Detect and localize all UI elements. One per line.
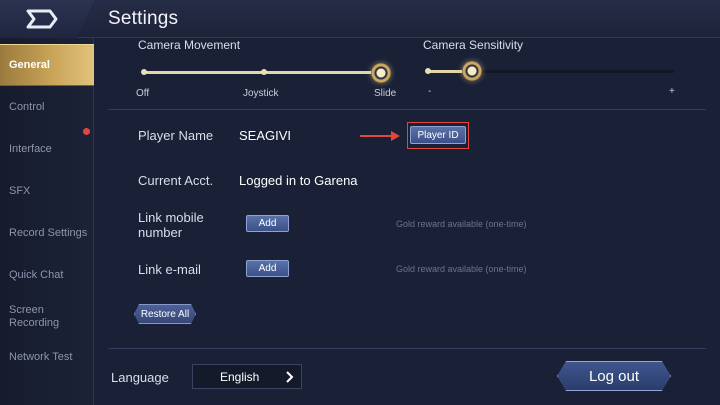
- player-name-value: SEAGIVI: [239, 128, 292, 143]
- notification-dot: [83, 128, 90, 135]
- current-account-label: Current Acct.: [138, 173, 214, 188]
- player-id-button[interactable]: Player ID: [410, 126, 466, 144]
- camera-movement-tick-off[interactable]: [141, 69, 147, 75]
- logout-button[interactable]: Log out: [557, 361, 671, 391]
- link-email-label: Link e-mail: [138, 262, 201, 277]
- camera-movement-option-slide: Slide: [374, 88, 397, 99]
- language-value: English: [220, 370, 260, 384]
- camera-movement-knob[interactable]: [371, 63, 391, 83]
- back-button[interactable]: [0, 0, 94, 38]
- camera-sensitivity-label: Camera Sensitivity: [423, 38, 524, 52]
- divider: [108, 348, 706, 349]
- camera-movement-tick-joystick[interactable]: [261, 69, 267, 75]
- sidebar-item-network-test[interactable]: Network Test: [0, 336, 94, 378]
- settings-panel: Camera Movement Off Joystick Slide Camer…: [94, 38, 720, 405]
- add-email-button[interactable]: Add: [246, 260, 289, 277]
- camera-movement-option-off: Off: [136, 88, 150, 99]
- chevron-right-icon: [286, 371, 294, 383]
- link-mobile-hint: Gold reward available (one-time): [396, 219, 527, 229]
- arrow-right-icon: [360, 131, 400, 141]
- link-email-hint: Gold reward available (one-time): [396, 264, 527, 274]
- sidebar-item-quick-chat[interactable]: Quick Chat: [0, 254, 94, 296]
- camera-movement-label: Camera Movement: [138, 38, 241, 52]
- sidebar: General Control Interface SFX Record Set…: [0, 38, 94, 405]
- restore-all-button[interactable]: Restore All: [134, 304, 196, 324]
- camera-sensitivity-max-label: +: [669, 86, 675, 97]
- sidebar-item-control[interactable]: Control: [0, 86, 94, 128]
- camera-sensitivity-min-tick: [425, 68, 431, 74]
- divider: [108, 109, 706, 110]
- top-bar: Settings: [0, 0, 720, 38]
- language-select[interactable]: English: [192, 364, 302, 389]
- language-label: Language: [111, 370, 169, 385]
- page-title: Settings: [108, 8, 179, 29]
- sidebar-item-interface[interactable]: Interface: [0, 128, 94, 170]
- camera-movement-option-joystick: Joystick: [243, 88, 279, 99]
- back-icon: [26, 9, 58, 29]
- current-account-value: Logged in to Garena: [239, 173, 358, 188]
- sidebar-item-screen-recording[interactable]: Screen Recording: [0, 296, 70, 338]
- camera-sensitivity-min-label: -: [428, 86, 432, 97]
- sidebar-item-sfx[interactable]: SFX: [0, 170, 94, 212]
- player-name-label: Player Name: [138, 128, 214, 143]
- sidebar-item-record-settings[interactable]: Record Settings: [0, 212, 94, 254]
- camera-sensitivity-knob[interactable]: [462, 61, 483, 81]
- sidebar-item-general[interactable]: General: [0, 44, 94, 86]
- link-mobile-label: Link mobile number: [138, 210, 204, 240]
- add-mobile-button[interactable]: Add: [246, 215, 289, 232]
